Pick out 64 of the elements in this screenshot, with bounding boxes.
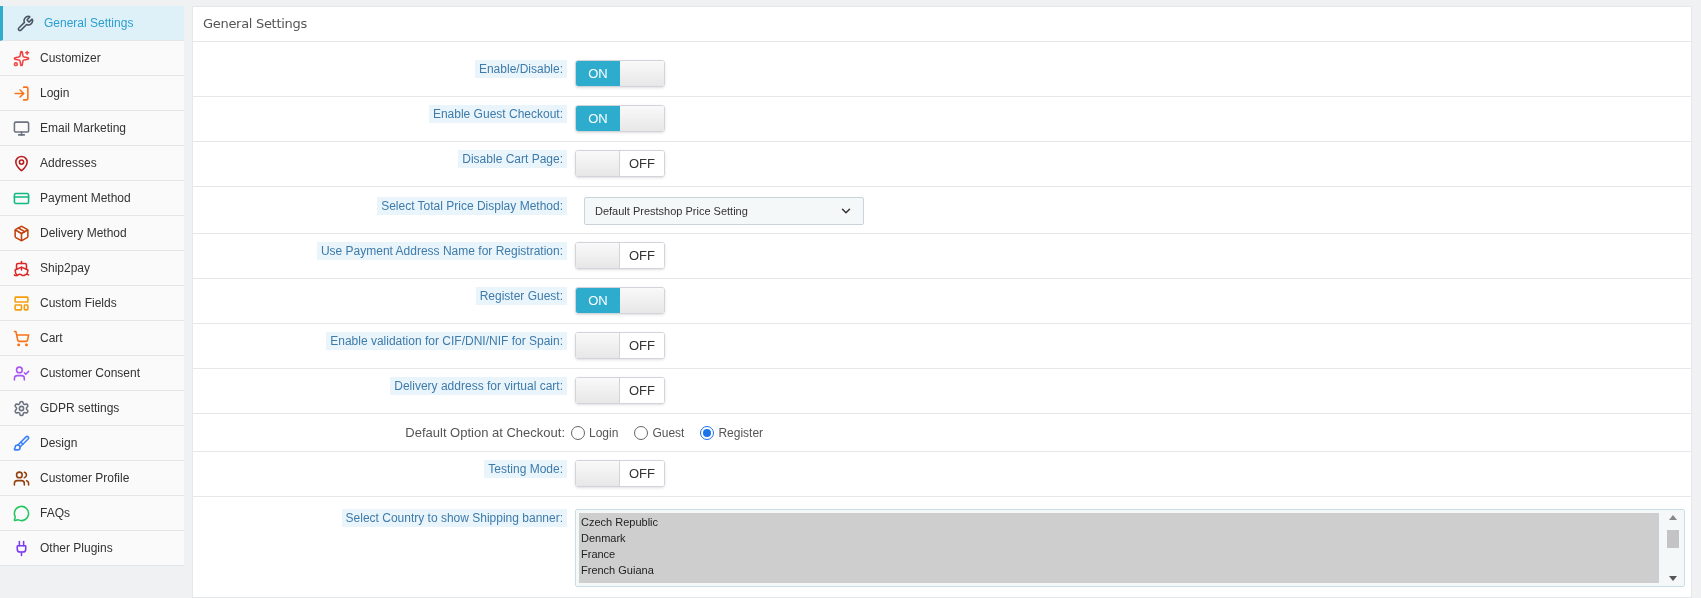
sidebar-item[interactable]: Customer Profile	[0, 461, 184, 496]
toggle-label: OFF	[620, 461, 664, 486]
sidebar-item[interactable]: GDPR settings	[0, 391, 184, 426]
toggle-switch[interactable]: OFF	[575, 460, 665, 487]
sidebar-item[interactable]: Other Plugins	[0, 531, 184, 566]
radio-option[interactable]: Register	[700, 423, 764, 442]
map-pin-icon	[13, 154, 30, 172]
scrollbar-thumb[interactable]	[1667, 530, 1679, 548]
field-label: Select Total Price Display Method:	[377, 197, 567, 215]
sidebar-item[interactable]: Cart	[0, 321, 184, 356]
field-label: Delivery address for virtual cart:	[390, 377, 567, 395]
field-label: Enable/Disable:	[474, 60, 567, 78]
people-icon	[13, 469, 30, 487]
sidebar-item[interactable]: Ship2pay	[0, 251, 184, 286]
sidebar-item[interactable]: Custom Fields	[0, 286, 184, 321]
toggle-label: ON	[576, 106, 620, 131]
chat-icon	[13, 504, 30, 522]
brush-icon	[13, 434, 30, 452]
toggle-label: OFF	[620, 333, 664, 358]
ship-icon	[13, 259, 30, 277]
wrench-icon	[17, 14, 34, 32]
field-label: Enable Guest Checkout:	[428, 105, 567, 123]
scroll-down-icon[interactable]	[1669, 576, 1677, 581]
plug-icon	[13, 539, 30, 557]
field-label: Enable validation for CIF/DNI/NIF for Spain:	[326, 332, 567, 350]
sidebar-item[interactable]: Customizer	[0, 41, 184, 76]
sidebar-item[interactable]: Design	[0, 426, 184, 461]
person-icon	[13, 364, 30, 382]
sidebar-item[interactable]: Delivery Method	[0, 216, 184, 251]
toggle-label: ON	[576, 61, 620, 86]
field-label: Use Payment Address Name for Registration:	[316, 242, 567, 260]
toggle-label: ON	[576, 288, 620, 313]
toggle-switch[interactable]: OFF	[575, 377, 665, 404]
radio-button[interactable]	[634, 425, 649, 440]
dropdown[interactable]: Default Prestshop Price Setting	[584, 197, 864, 225]
field-label: Default Option at Checkout:	[404, 423, 566, 442]
sidebar-item[interactable]: Email Marketing	[0, 111, 184, 146]
sidebar-item[interactable]: Addresses	[0, 146, 184, 181]
field-label: Disable Cart Page:	[458, 150, 567, 168]
radio-button[interactable]	[700, 425, 715, 440]
package-icon	[13, 224, 30, 242]
panel-title: General Settings	[203, 15, 307, 34]
sidebar-item[interactable]: Login	[0, 76, 184, 111]
country-listbox[interactable]: Czech Republic Denmark France French Guiana	[575, 509, 1685, 587]
toggle-label: OFF	[620, 243, 664, 268]
login-icon	[13, 84, 30, 102]
sidebar-item[interactable]: Customer Consent	[0, 356, 184, 391]
toggle-switch[interactable]: OFF	[575, 150, 665, 177]
field-label: Register Guest:	[475, 287, 567, 305]
toggle-label: OFF	[620, 151, 664, 176]
sidebar-item[interactable]: FAQs	[0, 496, 184, 531]
radio-option[interactable]: Guest	[634, 423, 685, 442]
sparkle-icon	[13, 49, 30, 67]
field-label: Select Country to show Shipping banner:	[341, 509, 567, 527]
toggle-switch[interactable]: OFF	[575, 332, 665, 359]
scroll-up-icon[interactable]	[1669, 515, 1677, 520]
radio-option[interactable]: Login	[571, 423, 619, 442]
field-label: Testing Mode:	[484, 460, 567, 478]
cart-icon	[13, 329, 30, 347]
toggle-switch[interactable]: OFF	[575, 242, 665, 269]
radio-button[interactable]	[571, 425, 585, 440]
toggle-label: OFF	[620, 378, 664, 403]
settings-icon	[13, 399, 30, 417]
sidebar-item[interactable]: Payment Method	[0, 181, 184, 216]
